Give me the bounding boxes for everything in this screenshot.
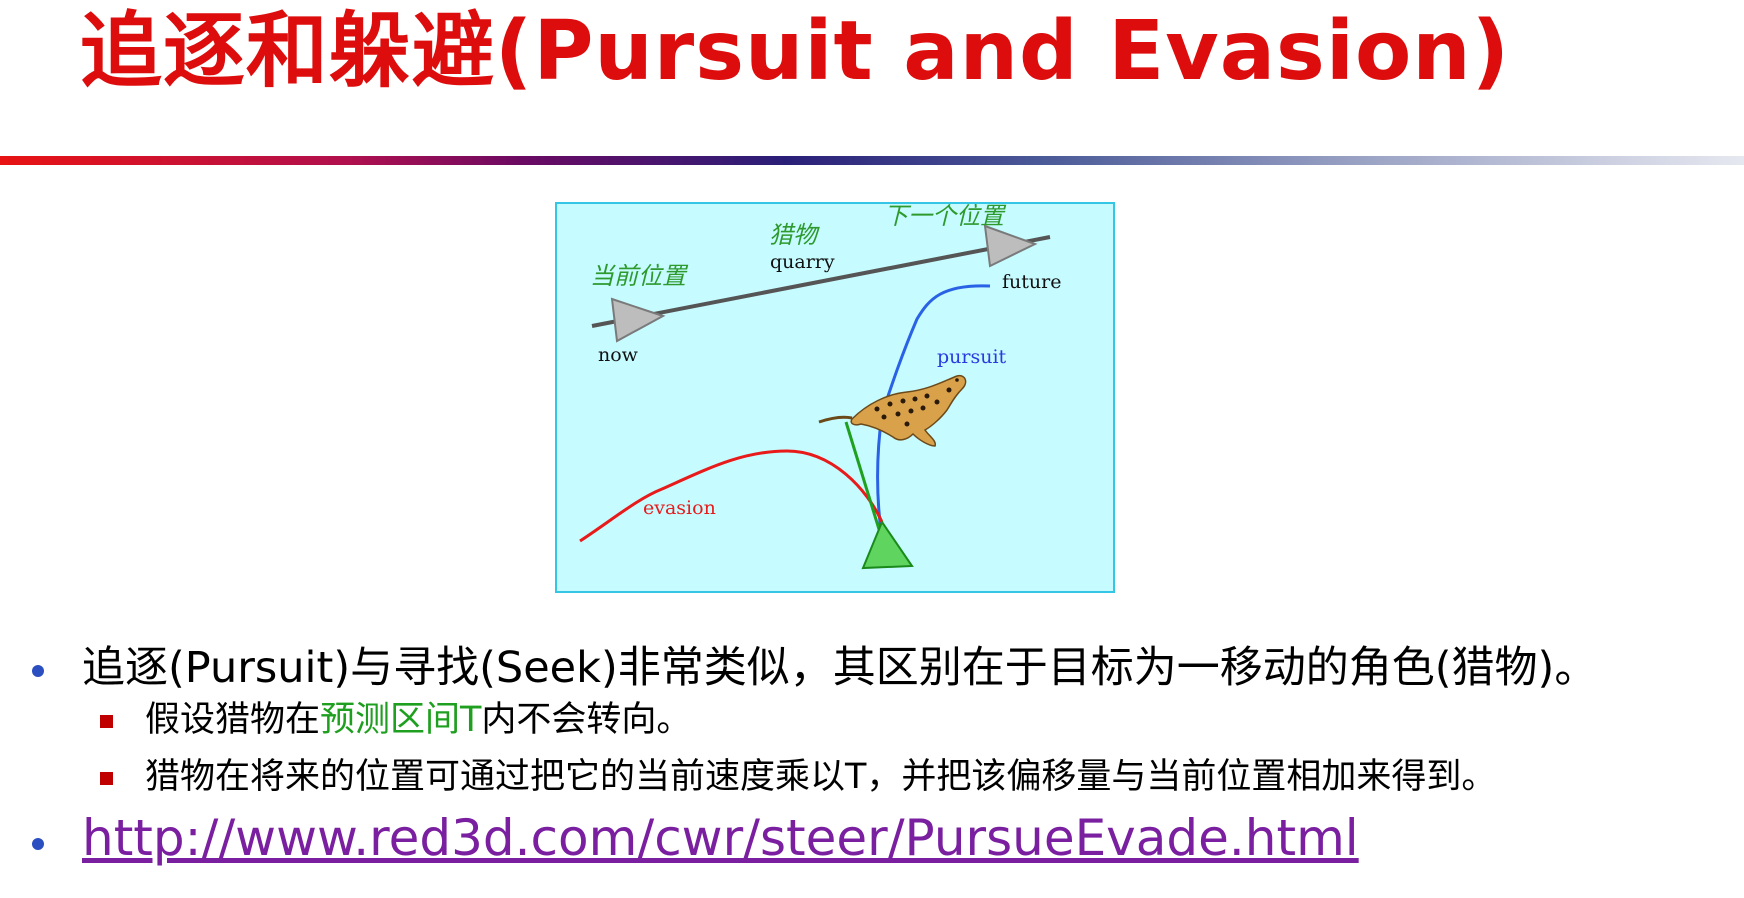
next-position-cn-label: 下一个位置 bbox=[884, 204, 1007, 230]
square-bullet-icon bbox=[100, 714, 113, 728]
bullet-1-text: 追逐(Pursuit)与寻找(Seek)非常类似，其区别在于目标为一移动的角色(… bbox=[82, 643, 1598, 693]
bullet-dot-icon bbox=[32, 664, 44, 677]
evasion-path bbox=[579, 449, 884, 543]
pursue-evade-link[interactable]: http://www.red3d.com/cwr/steer/PursueEva… bbox=[82, 809, 1359, 867]
sub-bullet-1-highlight: 预测区间T bbox=[320, 700, 482, 740]
evasion-label: evasion bbox=[643, 497, 716, 519]
pursuit-evasion-diagram: 当前位置 猎物 下一个位置 quarry future now pursuit … bbox=[555, 202, 1115, 593]
bullet-dot-icon bbox=[32, 837, 44, 850]
pursuit-label: pursuit bbox=[937, 346, 1007, 368]
triangle-agent-icon bbox=[983, 224, 1038, 268]
slide-title: 追逐和躲避(Pursuit and Evasion) bbox=[79, 4, 1511, 99]
bullet-item-1: 追逐(Pursuit)与寻找(Seek)非常类似，其区别在于目标为一移动的角色(… bbox=[30, 640, 1744, 696]
sub-bullet-1-part-1: 假设猎物在 bbox=[145, 700, 321, 740]
title-divider bbox=[0, 156, 1744, 165]
sub-bullet-item-2: 猎物在将来的位置可通过把它的当前速度乘以T，并把该偏移量与当前位置相加来得到。 bbox=[100, 752, 1496, 802]
current-position-cn-label: 当前位置 bbox=[590, 262, 689, 290]
sub-bullet-item-1: 假设猎物在预测区间T内不会转向。 bbox=[100, 695, 691, 745]
triangle-agent-icon bbox=[610, 297, 666, 343]
pursuer-triangle-icon bbox=[861, 519, 914, 570]
quarry-cn-label: 猎物 bbox=[769, 221, 820, 249]
quarry-label: quarry bbox=[770, 251, 835, 273]
square-bullet-icon bbox=[100, 771, 113, 785]
future-label: future bbox=[1002, 271, 1061, 293]
now-label: now bbox=[598, 344, 639, 366]
bullet-item-2: http://www.red3d.com/cwr/steer/PursueEva… bbox=[30, 810, 1744, 869]
sub-bullet-2-text: 猎物在将来的位置可通过把它的当前速度乘以T，并把该偏移量与当前位置相加来得到。 bbox=[145, 757, 1497, 797]
sub-bullet-1-part-3: 内不会转向。 bbox=[481, 700, 692, 740]
